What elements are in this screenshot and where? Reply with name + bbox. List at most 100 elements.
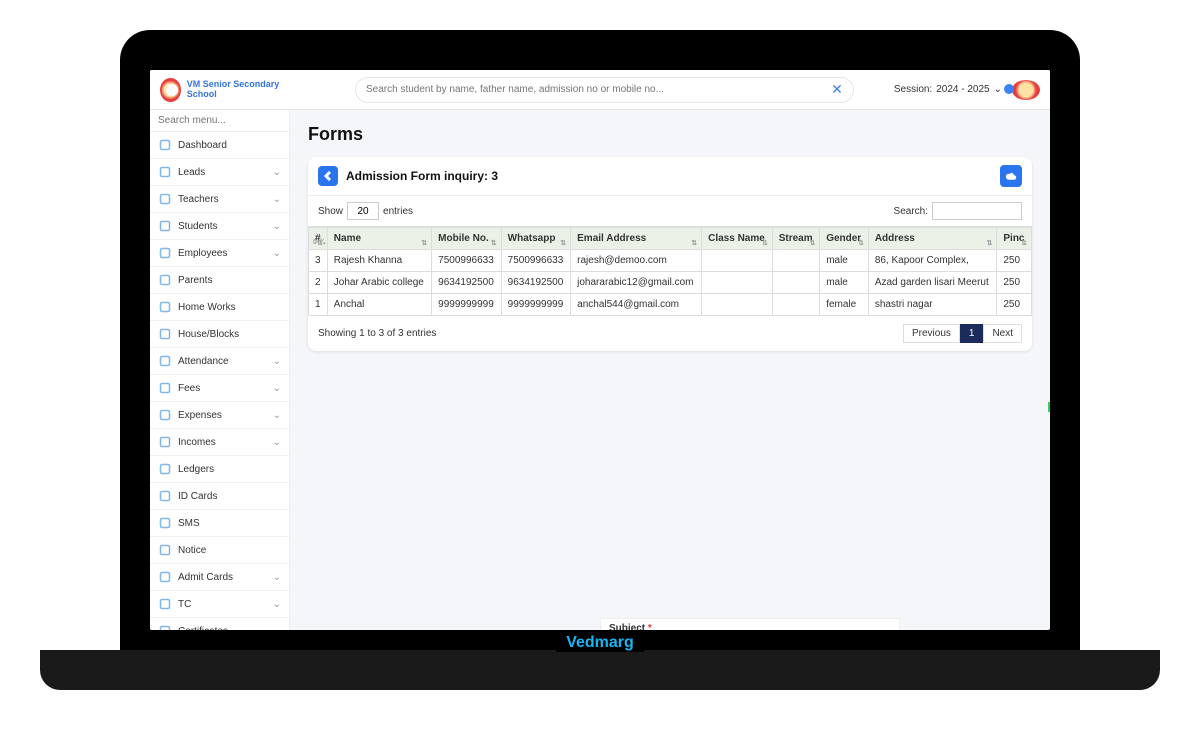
chevron-down-icon: ⌄: [273, 410, 281, 421]
cell-num: 3: [309, 250, 328, 272]
sidebar-item-certificates[interactable]: Certificates⌄: [150, 618, 289, 630]
sidebar-item-teachers[interactable]: Teachers⌄: [150, 186, 289, 213]
menu-icon: [158, 462, 172, 476]
sidebar-item-sms[interactable]: SMS: [150, 510, 289, 537]
menu-icon: [158, 543, 172, 557]
cell-name: Johar Arabic college: [327, 272, 431, 294]
sidebar-item-label: Expenses: [178, 410, 273, 421]
sort-icon: ⇅: [560, 242, 566, 246]
chevron-down-icon: ⌄: [273, 167, 281, 178]
next-button[interactable]: Next: [983, 324, 1022, 343]
page-1-button[interactable]: 1: [960, 324, 984, 343]
prev-button[interactable]: Previous: [903, 324, 960, 343]
menu-icon: [158, 246, 172, 260]
sidebar-item-students[interactable]: Students⌄: [150, 213, 289, 240]
cell-stream: [772, 272, 820, 294]
sidebar-item-label: Ledgers: [178, 464, 281, 475]
chevron-down-icon: ⌄: [273, 248, 281, 259]
sidebar-item-expenses[interactable]: Expenses⌄: [150, 402, 289, 429]
column-header[interactable]: #0-¾⇅: [309, 228, 328, 250]
sort-icon: ⇅: [691, 242, 697, 246]
subject-field-stub: Subject *: [600, 618, 900, 630]
global-search-input[interactable]: [366, 84, 831, 95]
sidebar-item-parents[interactable]: Parents: [150, 267, 289, 294]
sort-icon: ⇅: [491, 242, 497, 246]
cell-class: [702, 272, 773, 294]
sidebar-item-label: Teachers: [178, 194, 273, 205]
cell-email: johararabic12@gmail.com: [571, 272, 702, 294]
inquiry-table: #0-¾⇅Name⇅Mobile No.⇅Whatsapp⇅Email Addr…: [308, 227, 1032, 316]
download-button[interactable]: [1000, 165, 1022, 187]
cell-email: anchal544@gmail.com: [571, 294, 702, 316]
sidebar-item-ledgers[interactable]: Ledgers: [150, 456, 289, 483]
table-controls: Show entries Search:: [308, 196, 1032, 226]
sidebar-search-input[interactable]: [150, 110, 289, 132]
cell-gender: male: [820, 272, 869, 294]
sidebar-item-notice[interactable]: Notice: [150, 537, 289, 564]
sidebar-item-incomes[interactable]: Incomes⌄: [150, 429, 289, 456]
sidebar-item-label: Students: [178, 221, 273, 232]
chevron-down-icon: ⌄: [273, 194, 281, 205]
column-header[interactable]: Whatsapp⇅: [501, 228, 570, 250]
sidebar-item-label: Home Works: [178, 302, 281, 313]
chevron-down-icon: ⌄: [273, 221, 281, 232]
column-header[interactable]: Gender⇅: [820, 228, 869, 250]
sort-icon: ⇅: [762, 242, 768, 246]
entries-label: entries: [383, 206, 413, 217]
sort-icon: ⇅: [421, 242, 427, 246]
pagination: Previous 1 Next: [903, 324, 1022, 343]
column-header[interactable]: Pinc⇅: [997, 228, 1032, 250]
sidebar-item-tc[interactable]: TC⌄: [150, 591, 289, 618]
school-name: VM Senior Secondary School: [187, 80, 295, 100]
sidebar-item-employees[interactable]: Employees⌄: [150, 240, 289, 267]
sidebar-item-label: Incomes: [178, 437, 273, 448]
chevron-down-icon: ⌄: [273, 626, 281, 631]
menu-icon: [158, 624, 172, 630]
column-header[interactable]: Address⇅: [868, 228, 997, 250]
cell-gender: male: [820, 250, 869, 272]
topbar: VM Senior Secondary School ✕ Session: 20…: [150, 70, 1050, 110]
sidebar-item-leads[interactable]: Leads⌄: [150, 159, 289, 186]
back-button[interactable]: [318, 166, 338, 186]
global-search[interactable]: ✕: [355, 77, 854, 103]
sidebar-item-label: Certificates: [178, 626, 273, 631]
column-header[interactable]: Stream⇅: [772, 228, 820, 250]
menu-icon: [158, 273, 172, 287]
card-header: Admission Form inquiry: 3: [308, 157, 1032, 196]
sidebar-item-dashboard[interactable]: Dashboard: [150, 132, 289, 159]
sidebar-item-label: Admit Cards: [178, 572, 273, 583]
sidebar-item-attendance[interactable]: Attendance⌄: [150, 348, 289, 375]
table-row[interactable]: 2Johar Arabic college9634192500963419250…: [309, 272, 1032, 294]
table-row[interactable]: 3Rajesh Khanna75009966337500996633rajesh…: [309, 250, 1032, 272]
column-header[interactable]: Mobile No.⇅: [432, 228, 501, 250]
sidebar-item-id-cards[interactable]: ID Cards: [150, 483, 289, 510]
clear-search-icon[interactable]: ✕: [831, 81, 843, 98]
sidebar-item-house-blocks[interactable]: House/Blocks: [150, 321, 289, 348]
sidebar-item-fees[interactable]: Fees⌄: [150, 375, 289, 402]
column-header[interactable]: Class Name⇅: [702, 228, 773, 250]
menu-icon: [158, 354, 172, 368]
cell-pin: 250: [997, 294, 1032, 316]
sidebar-item-label: SMS: [178, 518, 281, 529]
entries-select[interactable]: [347, 202, 379, 220]
column-header[interactable]: Email Address⇅: [571, 228, 702, 250]
menu-icon: [158, 435, 172, 449]
user-avatar[interactable]: [1012, 80, 1040, 100]
menu-icon: [158, 597, 172, 611]
menu-icon: [158, 516, 172, 530]
sidebar-item-admit-cards[interactable]: Admit Cards⌄: [150, 564, 289, 591]
sidebar-item-label: Notice: [178, 545, 281, 556]
sort-icon: ⇅: [1021, 242, 1027, 246]
menu-icon: [158, 300, 172, 314]
chevron-down-icon: ⌄: [994, 84, 1002, 95]
sidebar-item-label: TC: [178, 599, 273, 610]
table-footer: Showing 1 to 3 of 3 entries Previous 1 N…: [308, 316, 1032, 351]
sidebar-item-home-works[interactable]: Home Works: [150, 294, 289, 321]
column-header[interactable]: Name⇅: [327, 228, 431, 250]
table-row[interactable]: 1Anchal99999999999999999999anchal544@gma…: [309, 294, 1032, 316]
cell-email: rajesh@demoo.com: [571, 250, 702, 272]
cell-whatsapp: 7500996633: [501, 250, 570, 272]
session-selector[interactable]: Session: 2024 - 2025 ⌄: [894, 84, 1002, 95]
table-search-input[interactable]: [932, 202, 1022, 220]
chevron-down-icon: ⌄: [273, 383, 281, 394]
